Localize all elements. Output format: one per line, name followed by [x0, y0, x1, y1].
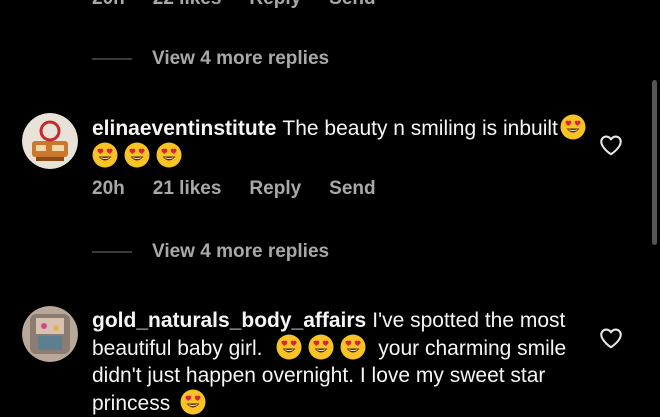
avatar[interactable]: [22, 306, 78, 362]
heart-eyes-emoji-icon: [560, 114, 586, 140]
comment-time: 20h: [92, 0, 125, 10]
view-more-replies-2[interactable]: View 4 more replies: [92, 241, 329, 263]
heart-eyes-emoji-icon: [124, 142, 150, 168]
scrollbar[interactable]: [652, 80, 657, 245]
comment-meta: 20h 21 likes Reply Send: [92, 178, 376, 200]
comment-body: The beauty n smiling is inbuilt: [282, 117, 558, 140]
heart-outline-icon[interactable]: [598, 132, 624, 158]
view-more-replies-1[interactable]: View 4 more replies: [92, 48, 329, 70]
send-button[interactable]: Send: [329, 178, 375, 200]
avatar-image: [22, 306, 78, 362]
reply-button[interactable]: Reply: [249, 0, 301, 10]
heart-eyes-emoji-icon: [308, 334, 334, 360]
comment-text: gold_naturals_body_affairs I've spotted t…: [92, 307, 602, 417]
username[interactable]: elinaeventinstitute: [92, 117, 276, 140]
avatar[interactable]: [22, 113, 78, 169]
comment-time: 20h: [92, 178, 125, 199]
heart-eyes-emoji-icon: [276, 334, 302, 360]
comment-text: elinaeventinstitute The beauty n smiling …: [92, 114, 592, 170]
heart-eyes-emoji-icon: [92, 142, 118, 168]
heart-eyes-emoji-icon: [156, 142, 182, 168]
reply-button[interactable]: Reply: [249, 178, 301, 200]
heart-outline-icon[interactable]: [598, 325, 624, 351]
thread-line: [92, 251, 132, 253]
view-more-label[interactable]: View 4 more replies: [152, 48, 329, 70]
username[interactable]: gold_naturals_body_affairs: [92, 309, 366, 332]
heart-eyes-emoji-icon: [180, 389, 206, 415]
avatar-image: [22, 113, 78, 169]
thread-line: [92, 58, 132, 60]
heart-eyes-emoji-icon: [340, 334, 366, 360]
like-count[interactable]: 21 likes: [153, 178, 222, 200]
partial-comment-meta: 20h 22 likes Reply Send: [92, 0, 376, 10]
like-count[interactable]: 22 likes: [153, 0, 222, 10]
view-more-label[interactable]: View 4 more replies: [152, 241, 329, 263]
send-button[interactable]: Send: [329, 0, 375, 10]
